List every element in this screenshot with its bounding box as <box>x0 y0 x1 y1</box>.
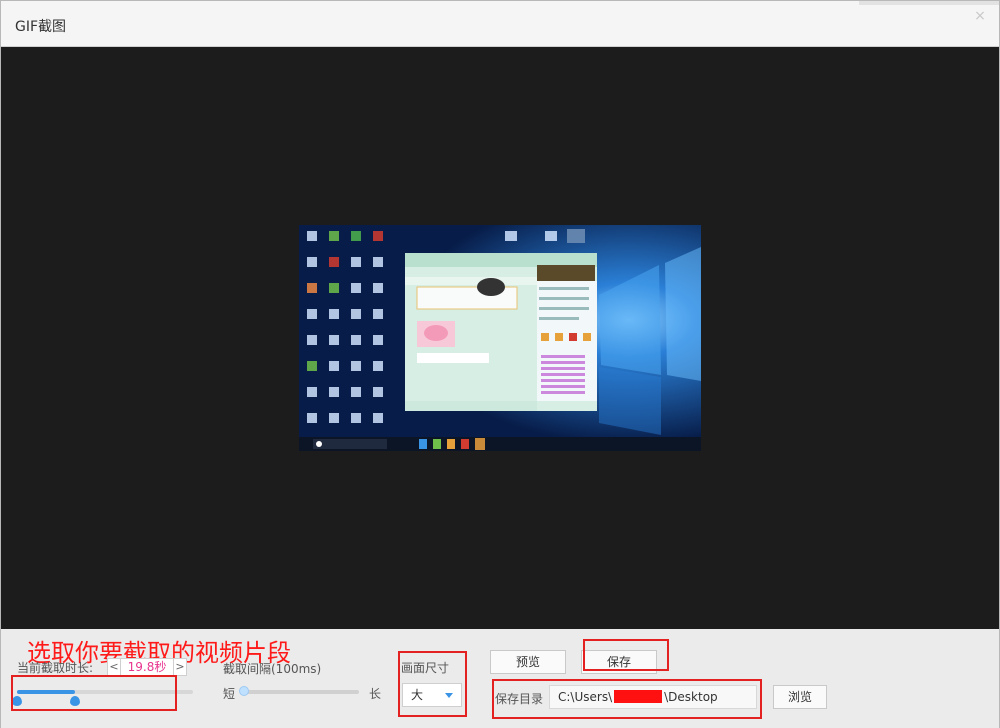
chevron-right-icon[interactable]: > <box>173 658 187 676</box>
annotation-box-save <box>583 639 669 671</box>
gif-capture-window: GIF截图 × 选取你要截取的视频片段 当前截取时长: < 19.8秒 > 截取… <box>0 0 1000 728</box>
interval-slider-handle[interactable] <box>239 686 249 696</box>
chevron-left-icon[interactable]: < <box>107 658 121 676</box>
annotation-box-size <box>398 651 467 717</box>
annotation-box-range <box>11 675 177 711</box>
title-bar: GIF截图 × <box>1 1 999 47</box>
preview-button[interactable]: 预览 <box>490 650 566 674</box>
duration-value: 19.8秒 <box>121 658 173 676</box>
preview-area <box>1 47 999 629</box>
annotation-box-save-dir <box>492 679 762 719</box>
window-title: GIF截图 <box>15 19 67 35</box>
duration-stepper: < 19.8秒 > <box>107 658 187 676</box>
interval-short-label: 短 <box>223 687 236 701</box>
captured-screen-thumbnail <box>299 225 701 451</box>
browse-button[interactable]: 浏览 <box>773 685 827 709</box>
interval-long-label: 长 <box>369 687 382 701</box>
duration-label: 当前截取时长: <box>17 661 94 675</box>
desktop-screenshot-image <box>299 225 701 451</box>
interval-label: 截取间隔(100ms) <box>223 662 322 676</box>
interval-slider-track[interactable] <box>241 690 359 694</box>
close-icon[interactable]: × <box>969 5 991 27</box>
controls-panel: 选取你要截取的视频片段 当前截取时长: < 19.8秒 > 截取间隔(100ms… <box>1 629 999 728</box>
